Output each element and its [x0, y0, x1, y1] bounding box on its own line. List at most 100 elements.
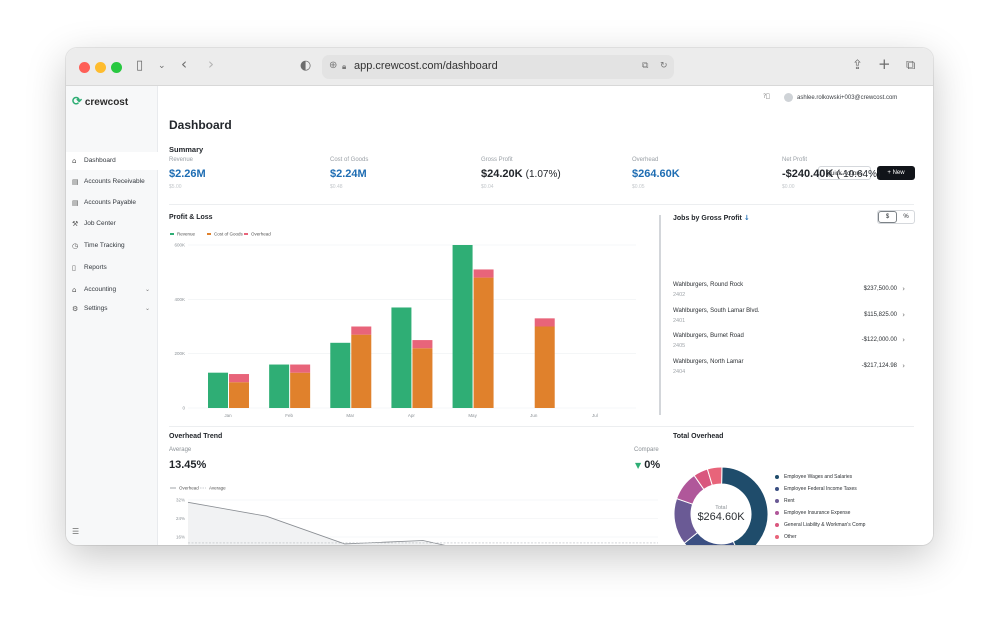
kpi-label: Revenue	[169, 157, 194, 163]
avatar[interactable]	[784, 93, 793, 102]
bar-cost-of-goods[interactable]	[534, 326, 555, 409]
close-window-icon[interactable]	[79, 62, 90, 73]
sidebar-item-settings[interactable]: ⚙ Settings ⌄	[66, 300, 158, 318]
bar-cost-of-goods[interactable]	[412, 348, 433, 408]
receivable-icon: ▤	[72, 178, 79, 186]
job-row[interactable]: Wahlburgers, Burnet Road 2405 -$122,000.00…	[673, 333, 905, 349]
sidebar-toggle-icon[interactable]: ▯	[136, 58, 143, 74]
bar-cost-of-goods[interactable]	[290, 372, 311, 408]
bar-overhead[interactable]	[412, 340, 433, 349]
bar-revenue[interactable]	[269, 364, 290, 408]
app-logo[interactable]: ⟳ crewcost	[72, 94, 128, 108]
zoom-window-icon[interactable]	[111, 62, 122, 73]
bar-overhead[interactable]	[290, 364, 311, 373]
tabs-overview-icon[interactable]: ⧉	[906, 58, 915, 74]
kpi-revenue[interactable]: Revenue $2.26M $5.00	[169, 157, 206, 190]
browser-toolbar: ▯ ⌄ ‹ › ◐ ⊕ 🔒︎ app.crewcost.com/dashboar…	[66, 48, 933, 86]
y-tick-label: 32%	[176, 498, 185, 503]
compare-value: ▼ 0%	[635, 459, 661, 471]
chevron-right-icon[interactable]: ›	[902, 311, 905, 319]
x-tick-label: Jan	[224, 413, 232, 418]
sidebar-item-label: Job Center	[84, 220, 116, 227]
donut-legend-item: Employee Insurance Expense	[775, 510, 850, 516]
chevron-down-icon[interactable]: ⌄	[145, 281, 150, 299]
minimize-window-icon[interactable]	[95, 62, 106, 73]
bank-icon: ⌂	[72, 286, 77, 294]
bar-revenue[interactable]	[452, 245, 473, 408]
user-email[interactable]: ashlee.rolkowski+003@crewcost.com	[797, 95, 897, 101]
toggle-dollar[interactable]: $	[878, 211, 897, 223]
donut-slice[interactable]	[721, 466, 769, 545]
donut-legend-item: Rent	[775, 498, 795, 504]
chevron-down-icon[interactable]: ⌄	[145, 300, 150, 318]
sidebar-item-reports[interactable]: ▯ Reports	[66, 259, 158, 277]
new-button[interactable]: + New	[877, 166, 915, 180]
total-overhead-donut: Total$264.60K	[673, 466, 769, 545]
bar-cost-of-goods[interactable]	[229, 382, 249, 408]
privacy-shield-icon[interactable]: ◐	[300, 58, 311, 74]
translate-icon[interactable]: ⧉	[642, 61, 648, 71]
reload-icon[interactable]: ↻	[660, 61, 668, 71]
sidebar: ⟳ crewcost ⌂ Dashboard ▤ Accounts Receivabl…	[66, 86, 158, 545]
legend-dot	[775, 522, 779, 527]
legend-dot	[775, 534, 779, 539]
kpi-overhead[interactable]: Overhead $264.60K $0.05	[632, 157, 680, 190]
jobs-title: Jobs by Gross Profit ↓	[673, 214, 750, 222]
payable-icon: ▤	[72, 199, 79, 207]
bar-revenue[interactable]	[330, 342, 351, 408]
y-tick-label: 200K	[174, 351, 185, 356]
bar-overhead[interactable]	[229, 374, 249, 383]
collapse-sidebar-icon[interactable]: ☰	[72, 524, 79, 540]
jobs-unit-toggle: $ %	[877, 210, 915, 224]
sidebar-item-accounting[interactable]: ⌂ Accounting ⌄	[66, 281, 158, 299]
bar-overhead[interactable]	[351, 326, 372, 335]
average-value: 13.45%	[169, 459, 207, 471]
job-row[interactable]: Wahlburgers, South Lamar Blvd. 2401 $115,8…	[673, 308, 905, 324]
bar-revenue[interactable]	[391, 307, 412, 408]
bar-cost-of-goods[interactable]	[473, 277, 494, 408]
job-row[interactable]: Wahlburgers, North Lamar 2404 -$217,124.98…	[673, 359, 905, 375]
bar-revenue[interactable]	[208, 372, 228, 408]
bar-overhead[interactable]	[473, 269, 494, 278]
sidebar-item-label: Settings	[84, 305, 108, 312]
pnl-chart: 0 200K 400K 600K Revenue Cost of Goods Overhea…	[170, 232, 636, 418]
back-icon[interactable]: ‹	[181, 56, 187, 72]
bar-cost-of-goods[interactable]	[351, 334, 372, 408]
kpi-value: -$240.40K (-10.64%)	[782, 168, 881, 180]
main-content: ?⃝ ashlee.rolkowski+003@crewcost.com Das…	[158, 86, 933, 545]
kpi-net-profit[interactable]: Net Profit -$240.40K (-10.64%) $0.00	[782, 157, 880, 190]
bar-overhead[interactable]	[534, 318, 555, 327]
legend-swatch	[207, 233, 211, 235]
chevron-right-icon[interactable]: ›	[902, 336, 905, 344]
y-tick-label: 24%	[176, 516, 185, 521]
y-tick-label: 400K	[174, 297, 185, 302]
kpi-cost-of-goods[interactable]: Cost of Goods $2.24M $0.48	[330, 157, 368, 190]
address-bar[interactable]: ⊕ 🔒︎ app.crewcost.com/dashboard ⧉ ↻	[322, 55, 674, 79]
gear-icon: ⚙	[72, 305, 79, 313]
new-tab-icon[interactable]: +	[878, 56, 891, 72]
chevron-right-icon[interactable]: ›	[902, 285, 905, 293]
toggle-percent[interactable]: %	[897, 211, 915, 223]
y-tick-label: 600K	[174, 243, 185, 248]
sidebar-item-accounts-payable[interactable]: ▤ Accounts Payable	[66, 194, 158, 212]
triangle-down-icon: ▼	[635, 461, 642, 470]
help-icon[interactable]: ?⃝	[763, 93, 770, 100]
sidebar-item-job-center[interactable]: ⚒ Job Center	[66, 215, 158, 233]
average-label: Average	[169, 447, 192, 453]
pnl-title: Profit & Loss	[169, 214, 213, 221]
legend-label: Average	[209, 486, 226, 491]
kpi-gross-profit[interactable]: Gross Profit $24.20K (1.07%) $0.04	[481, 157, 561, 190]
share-icon[interactable]: ⇪	[852, 58, 863, 74]
kpi-sub: $0.05	[632, 184, 645, 190]
sort-arrow-icon[interactable]: ↓	[744, 214, 750, 222]
x-tick-label: Jul	[592, 413, 598, 418]
job-row[interactable]: Wahlburgers, Round Rock 2402 $237,500.00 ›	[673, 282, 905, 298]
sidebar-item-time-tracking[interactable]: ◷ Time Tracking	[66, 237, 158, 255]
chevron-down-icon[interactable]: ⌄	[158, 58, 166, 74]
home-icon: ⌂	[72, 157, 77, 165]
chevron-right-icon[interactable]: ›	[902, 362, 905, 370]
browser-window: ▯ ⌄ ‹ › ◐ ⊕ 🔒︎ app.crewcost.com/dashboar…	[66, 48, 933, 545]
forward-icon[interactable]: ›	[208, 56, 214, 72]
sidebar-item-accounts-receivable[interactable]: ▤ Accounts Receivable	[66, 173, 158, 191]
sidebar-item-dashboard[interactable]: ⌂ Dashboard	[66, 152, 158, 170]
